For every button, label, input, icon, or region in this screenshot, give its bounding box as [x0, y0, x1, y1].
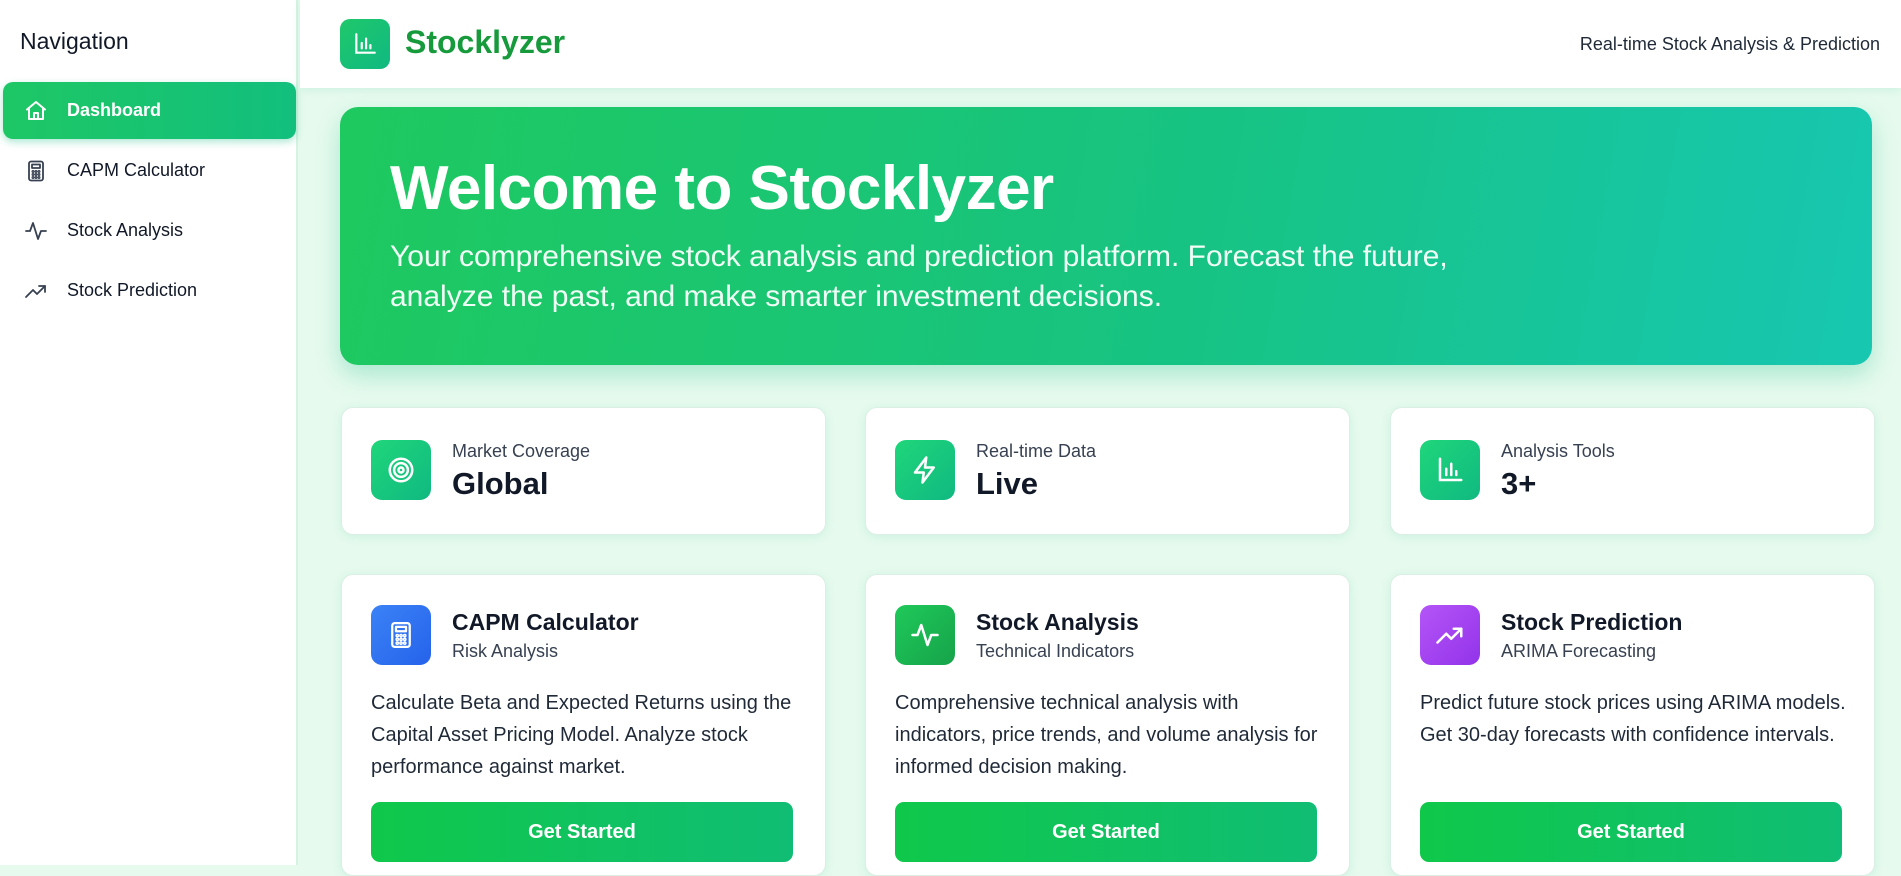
get-started-button[interactable]: Get Started [895, 802, 1317, 862]
sidebar-item-dashboard[interactable]: Dashboard [3, 82, 296, 139]
sidebar-item-stock-prediction[interactable]: Stock Prediction [3, 262, 296, 319]
stat-label: Real-time Data [976, 441, 1097, 461]
calculator-icon [371, 605, 431, 665]
activity-icon [895, 605, 955, 665]
sidebar-item-label: Dashboard [67, 100, 162, 120]
home-icon [24, 99, 48, 123]
stat-value: 3+ [1501, 466, 1537, 501]
stat-card-analysis-tools: Analysis Tools 3+ [1390, 407, 1875, 535]
get-started-button[interactable]: Get Started [1420, 802, 1842, 862]
target-icon [371, 440, 431, 500]
header-tagline: Real-time Stock Analysis & Prediction [1579, 34, 1880, 54]
stat-value: Global [452, 466, 549, 501]
feature-title: CAPM Calculator [452, 609, 639, 635]
get-started-button[interactable]: Get Started [371, 802, 793, 862]
feature-title: Stock Prediction [1501, 609, 1683, 635]
activity-icon [24, 219, 48, 243]
feature-card-stock-prediction: Stock Prediction ARIMA Forecasting Predi… [1390, 574, 1875, 876]
feature-description: Comprehensive technical analysis with in… [895, 692, 1318, 778]
sidebar-nav: Dashboard CAPM Calculator Stock Analysis… [3, 82, 296, 322]
hero-title: Welcome to Stocklyzer [390, 154, 1054, 223]
feature-subtitle: Risk Analysis [452, 641, 559, 661]
feature-description: Predict future stock prices using ARIMA … [1420, 692, 1846, 746]
feature-title: Stock Analysis [976, 609, 1139, 635]
welcome-banner: Welcome to Stocklyzer Your comprehensive… [340, 107, 1872, 365]
top-header: Stocklyzer Real-time Stock Analysis & Pr… [300, 0, 1901, 88]
sidebar-item-label: Stock Analysis [67, 220, 184, 240]
sidebar-item-stock-analysis[interactable]: Stock Analysis [3, 202, 296, 259]
trending-up-icon [1420, 605, 1480, 665]
stat-card-market-coverage: Market Coverage Global [341, 407, 826, 535]
stat-card-real-time-data: Real-time Data Live [865, 407, 1350, 535]
bar-chart-icon [1420, 440, 1480, 500]
app-title[interactable]: Stocklyzer [405, 24, 565, 61]
sidebar-item-label: CAPM Calculator [67, 160, 206, 180]
stat-label: Market Coverage [452, 441, 591, 461]
logo[interactable] [340, 19, 390, 69]
trending-up-icon [24, 279, 48, 303]
sidebar-item-capm-calculator[interactable]: CAPM Calculator [3, 142, 296, 199]
stat-label: Analysis Tools [1501, 441, 1615, 461]
bar-chart-icon [352, 31, 378, 57]
feature-subtitle: ARIMA Forecasting [1501, 641, 1657, 661]
feature-card-stock-analysis: Stock Analysis Technical Indicators Comp… [865, 574, 1350, 876]
lightning-icon [895, 440, 955, 500]
sidebar-item-label: Stock Prediction [67, 280, 198, 300]
calculator-icon [24, 159, 48, 183]
sidebar-title: Navigation [20, 28, 129, 54]
feature-description: Calculate Beta and Expected Returns usin… [371, 692, 792, 778]
stat-value: Live [976, 466, 1039, 501]
hero-subtitle: Your comprehensive stock analysis and pr… [390, 240, 1448, 313]
sidebar: Navigation Dashboard CAPM Calculator Sto… [0, 0, 298, 865]
feature-card-capm-calculator: CAPM Calculator Risk Analysis Calculate … [341, 574, 826, 876]
feature-subtitle: Technical Indicators [976, 641, 1135, 661]
